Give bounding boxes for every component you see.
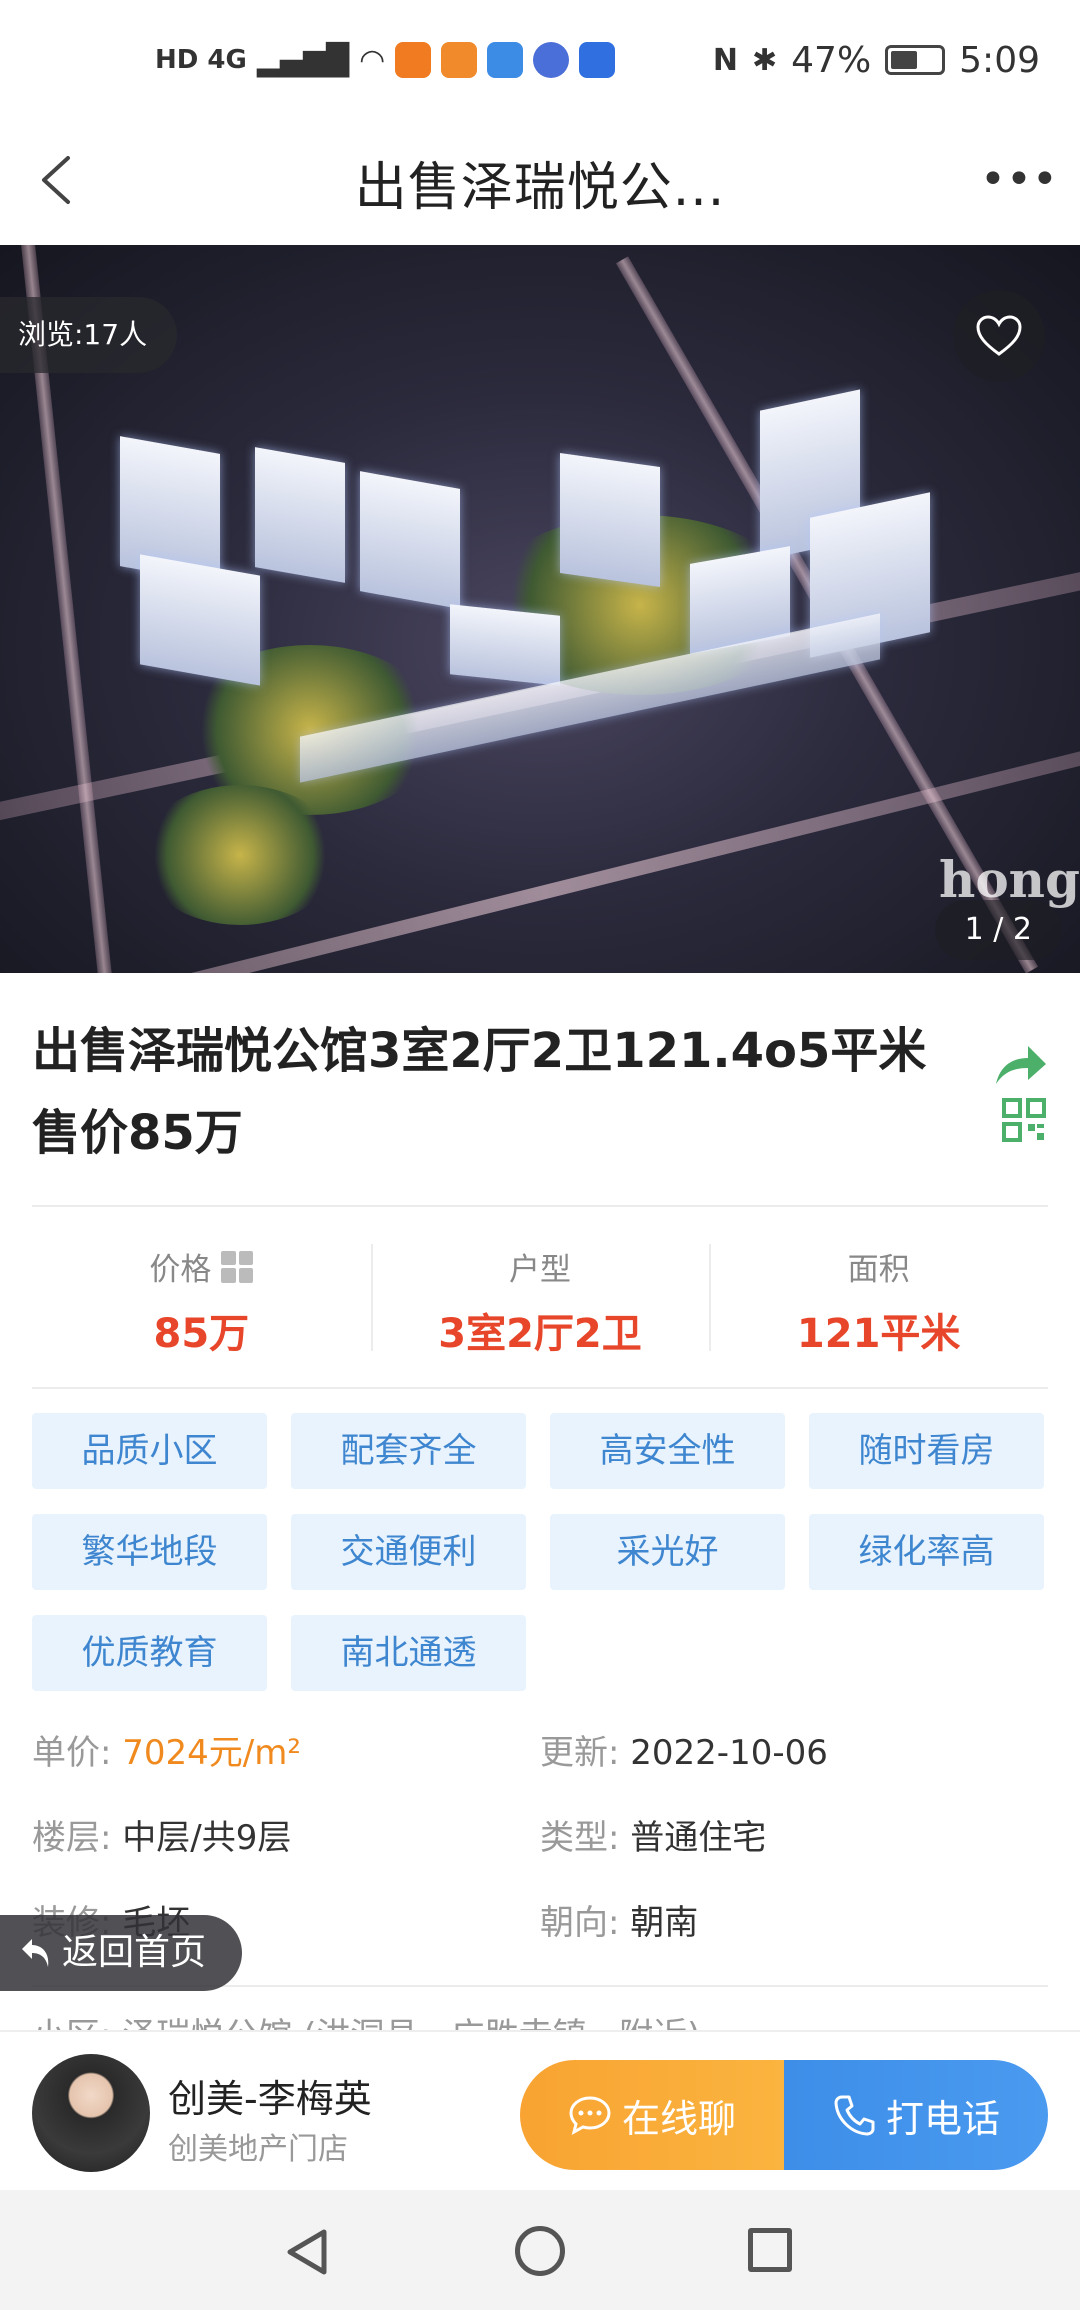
agent-avatar[interactable] [32,2054,150,2172]
building-decor [360,471,460,609]
image-counter: 1 / 2 [934,900,1062,960]
fact-layout: 户型 3室2厅2卫 [370,1240,710,1357]
feature-tag: 繁华地段 [32,1514,267,1590]
feature-tag: 绿化率高 [809,1514,1044,1590]
divider [32,1387,1048,1389]
signal-icon: ▂▄▆█ [256,42,350,78]
fact-price: 价格 85万 [32,1240,371,1357]
detail-key: 类型: [540,1818,620,1858]
call-button[interactable]: 打电话 [784,2060,1048,2170]
heart-icon [976,315,1022,356]
building-decor [450,604,560,686]
system-recents-icon[interactable] [748,2228,792,2272]
fact-value: 3室2厅2卫 [438,1311,642,1357]
status-indicators: HD 4G ▂▄▆█ ◠ [155,42,616,78]
detail-key: 楼层: [32,1818,112,1858]
fact-value: 85万 [153,1311,250,1357]
calculator-icon[interactable] [221,1250,254,1283]
fact-label: 价格 [149,1252,212,1288]
video-app-icon [441,42,478,78]
bulb-app-icon [579,42,616,78]
status-right: N ✱ 47% 5:09 [713,40,1040,81]
detail-updated: 更新: 2022-10-06 [540,1725,1048,1810]
cloud-app-icon [487,42,524,78]
system-home-icon[interactable] [515,2226,565,2276]
feature-tag: 品质小区 [32,1413,267,1489]
status-bar: HD 4G ▂▄▆█ ◠ N ✱ 47% 5:09 [0,0,1080,120]
detail-value: 2022-10-06 [630,1733,828,1773]
return-arrow-icon [22,1939,49,1967]
detail-type: 类型: 普通住宅 [540,1810,1048,1895]
battery-percent: 47% [791,39,872,81]
detail-floor: 楼层: 中层/共9层 [32,1810,540,1895]
detail-key: 朝向: [540,1903,620,1943]
share-icon[interactable] [990,1040,1050,1090]
listing-title: 出售泽瑞悦公馆3室2厅2卫121.4o5平米售价85万 [32,1023,927,1161]
clock: 5:09 [959,39,1040,81]
page-title: 出售泽瑞悦公... [354,158,726,218]
view-count-badge: 浏览:17人 [0,297,178,373]
agent-store: 创美地产门店 [168,2132,348,2167]
signal-text: HD 4G [155,45,247,75]
fact-value: 121平米 [796,1311,961,1357]
bluetooth-icon: ✱ [752,42,778,78]
wifi-icon: ◠ [359,42,386,78]
phone-icon [834,2095,875,2136]
online-chat-button[interactable]: 在线聊 [520,2060,784,2170]
detail-value: 中层/共9层 [122,1818,292,1858]
feature-tag: 随时看房 [809,1413,1044,1489]
building-decor [140,554,260,686]
app-notification-icon [395,42,432,78]
agent-name[interactable]: 创美-李梅英 [168,2068,372,2123]
chat-bubble-icon [569,2096,611,2135]
back-to-home-label: 返回首页 [62,1932,207,1973]
feature-tag: 交通便利 [291,1514,526,1590]
fact-price-label-row: 价格 [32,1244,371,1289]
back-arrow-icon[interactable] [30,150,90,210]
detail-value: 7024元/m² [122,1733,302,1773]
building-decor [560,452,660,588]
detail-unit-price: 单价: 7024元/m² [32,1725,540,1810]
online-chat-label: 在线聊 [621,2096,736,2141]
detail-value: 普通住宅 [630,1818,767,1858]
system-back-icon[interactable] [282,2226,334,2278]
feature-tag: 高安全性 [550,1413,785,1489]
more-options-icon[interactable]: ••• [980,158,1058,202]
music-app-icon [533,42,570,78]
battery-icon [885,45,946,75]
greenery-decor [140,785,340,925]
detail-orientation: 朝向: 朝南 [540,1895,1048,1980]
key-facts: 价格 85万 户型 3室2厅2卫 面积 121平米 [32,1240,1048,1357]
detail-value: 朝南 [630,1903,699,1943]
detail-key: 单价: [32,1733,112,1773]
feature-tag: 优质教育 [32,1615,267,1691]
nfc-icon: N [712,42,738,78]
call-label: 打电话 [885,2096,1000,2141]
favorite-button[interactable] [953,290,1045,382]
feature-tag: 南北通透 [291,1615,526,1691]
fact-label: 面积 [847,1252,910,1288]
fact-label: 户型 [509,1252,571,1288]
fact-area: 面积 121平米 [709,1240,1048,1357]
back-to-home-button[interactable]: 返回首页 [0,1915,243,1991]
divider [32,1205,1048,1207]
building-decor [255,447,345,583]
feature-tags: 品质小区 配套齐全 高安全性 随时看房 繁华地段 交通便利 采光好 绿化率高 优… [32,1413,1052,1691]
agent-contact-bar: 创美-李梅英 创美地产门店 在线聊 打电话 [0,2030,1080,2190]
top-nav-bar: 出售泽瑞悦公... ••• [0,120,1080,245]
detail-key: 更新: [540,1733,620,1773]
feature-tag: 配套齐全 [291,1413,526,1489]
system-navigation-bar [0,2190,1080,2310]
qr-code-icon[interactable] [1002,1098,1046,1142]
feature-tag: 采光好 [550,1514,785,1590]
